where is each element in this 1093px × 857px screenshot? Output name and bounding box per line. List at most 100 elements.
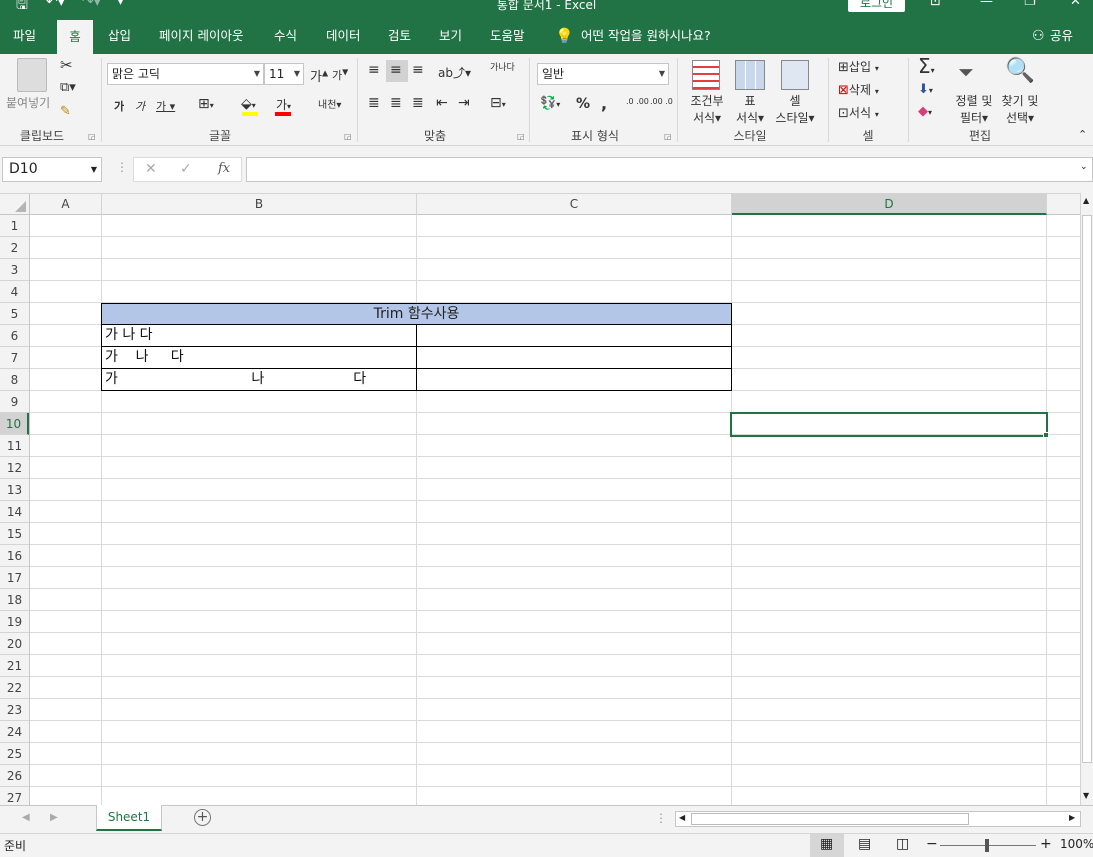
cut-icon[interactable]: ✂ [60,56,73,74]
cell-b6[interactable]: 가 나 다 [101,325,417,347]
zoom-slider-thumb[interactable] [985,839,989,852]
share-button[interactable]: 공유 [1050,16,1073,54]
row-header-12[interactable]: 12 [0,457,29,479]
column-header-a[interactable]: A [30,194,102,215]
underline-button[interactable]: 가 ▾ [156,98,175,114]
add-sheet-icon[interactable]: + [194,809,211,826]
format-cells-button[interactable]: ⊡서식 ▾ [838,104,879,121]
find-select-button[interactable]: 찾기 및 선택▾ [998,92,1042,126]
maximize-icon[interactable]: ❐ [1024,0,1036,9]
tell-me-box[interactable]: 어떤 작업을 원하시나요? [581,16,711,54]
conditional-format-button[interactable]: 조건부 서식▾ [688,92,726,126]
scroll-right-icon[interactable]: ▶ [1069,813,1075,822]
increase-indent-icon[interactable]: ⇥ [458,95,470,111]
borders-icon[interactable]: ⊞▾ [198,96,214,112]
horizontal-scroll-thumb[interactable] [691,813,969,825]
tab-insert[interactable]: 삽입 [108,16,131,54]
shrink-font-button[interactable]: 가▼ [332,67,348,83]
collapse-ribbon-icon[interactable]: ⌃ [1078,128,1087,141]
row-header-5[interactable]: 5 [0,303,29,325]
tab-page-layout[interactable]: 페이지 레이아웃 [159,16,243,54]
active-cell-d10[interactable] [730,412,1048,437]
row-header-26[interactable]: 26 [0,765,29,787]
cell-b7[interactable]: 가 나 다 [101,347,417,369]
name-box[interactable]: D10 ▼ [2,157,102,182]
tab-formulas[interactable]: 수식 [274,16,297,54]
accounting-format-icon[interactable]: 💱▾ [540,96,560,111]
bold-button[interactable]: 가 [114,98,124,114]
clear-icon[interactable]: ◆▾ [918,104,932,119]
format-table-button[interactable]: 표 서식▾ [731,92,769,126]
align-top-icon[interactable]: ≡ [368,62,380,78]
row-header-3[interactable]: 3 [0,259,29,281]
phonetic-button[interactable]: 내천▾ [318,96,341,111]
copy-icon[interactable]: ⧉▾ [60,80,76,95]
column-header-d[interactable]: D [732,194,1047,215]
row-header-22[interactable]: 22 [0,677,29,699]
font-name-combo[interactable]: 맑은 고딕 ▼ [107,63,264,85]
tab-split-handle[interactable]: ⋮ [655,811,667,825]
autosum-icon[interactable]: Σ▾ [918,54,935,78]
decrease-indent-icon[interactable]: ⇤ [436,95,448,111]
ribbon-display-icon[interactable]: ⊡ [930,0,941,9]
format-painter-icon[interactable]: ✎ [60,104,71,119]
column-header-c[interactable]: C [417,194,732,215]
tab-home[interactable]: 홈 [57,20,93,54]
cell-b8[interactable]: 가 나 다 [101,369,417,391]
wrap-text-button[interactable]: 가나다 [490,64,515,73]
align-left-icon[interactable]: ≣ [368,95,380,111]
row-header-23[interactable]: 23 [0,699,29,721]
row-header-19[interactable]: 19 [0,611,29,633]
worksheet-grid[interactable]: Trim 함수사용 가 나 다 가 나 다 가 나 다 [30,215,1080,805]
cell-styles-button[interactable]: 셀 스타일▾ [770,92,820,126]
scroll-left-icon[interactable]: ◀ [679,813,685,822]
zoom-out-icon[interactable]: − [926,836,938,852]
zoom-in-icon[interactable]: + [1040,836,1052,852]
row-header-16[interactable]: 16 [0,545,29,567]
font-size-combo[interactable]: 11 ▼ [264,63,304,85]
cell-styles-icon[interactable] [781,60,809,90]
sort-filter-icon[interactable]: ⏷ [958,60,974,84]
row-header-6[interactable]: 6 [0,325,29,347]
vertical-scrollbar[interactable]: ▲ ▼ [1080,193,1093,805]
cancel-icon[interactable]: ✕ [145,161,157,177]
page-break-view-icon[interactable]: ◫ [896,836,909,852]
align-middle-icon[interactable]: ≡ [390,62,402,78]
tab-view[interactable]: 보기 [439,16,462,54]
alignment-launcher-icon[interactable]: ◲ [517,132,525,141]
row-header-1[interactable]: 1 [0,215,29,237]
zoom-level[interactable]: 100% [1060,837,1093,851]
cell-c8[interactable] [416,369,732,391]
insert-function-icon[interactable]: fx [218,161,230,176]
fill-icon[interactable]: ⬇▾ [918,82,933,97]
increase-decimal-button[interactable]: .0 .00 [626,97,649,106]
close-icon[interactable]: ✕ [1070,0,1081,9]
row-header-20[interactable]: 20 [0,633,29,655]
comma-button[interactable]: , [601,94,607,113]
row-header-14[interactable]: 14 [0,501,29,523]
align-center-icon[interactable]: ≣ [390,95,402,111]
row-header-25[interactable]: 25 [0,743,29,765]
align-right-icon[interactable]: ≣ [412,95,424,111]
select-all-button[interactable] [0,194,30,215]
number-format-combo[interactable]: 일반 ▼ [537,63,669,85]
decrease-decimal-button[interactable]: .00 .0 [650,97,673,106]
cell-c6[interactable] [416,325,732,347]
row-header-4[interactable]: 4 [0,281,29,303]
row-header-13[interactable]: 13 [0,479,29,501]
page-layout-view-icon[interactable]: ▤ [858,836,871,852]
row-header-15[interactable]: 15 [0,523,29,545]
tab-review[interactable]: 검토 [388,16,411,54]
font-color-button[interactable]: 가▾ [276,96,291,113]
italic-button[interactable]: 가 [135,98,145,114]
row-header-11[interactable]: 11 [0,435,29,457]
merge-center-icon[interactable]: ⊟▾ [490,95,506,111]
orientation-icon[interactable]: ab⤴▾ [438,64,471,81]
sheet-tab-sheet1[interactable]: Sheet1 [96,805,162,831]
enter-icon[interactable]: ✓ [180,161,192,177]
row-header-21[interactable]: 21 [0,655,29,677]
format-table-icon[interactable] [735,60,765,90]
tab-data[interactable]: 데이터 [326,16,361,54]
horizontal-scrollbar[interactable]: ◀ ▶ [675,811,1081,827]
fill-handle[interactable] [1043,432,1049,438]
